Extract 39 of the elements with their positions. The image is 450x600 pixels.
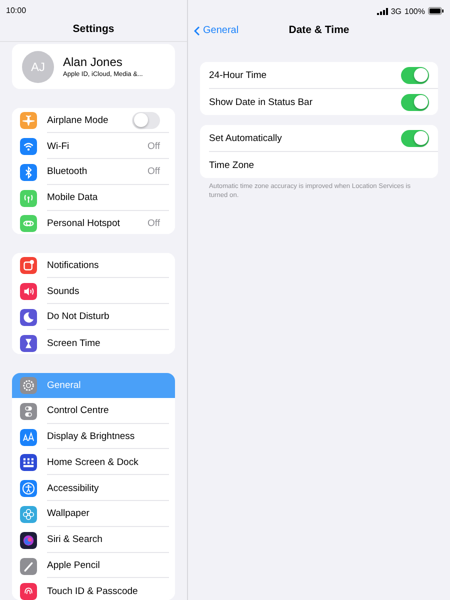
- network-label: 3G: [390, 6, 402, 16]
- hourglass-icon: [20, 334, 37, 352]
- sidebar-title: Settings: [72, 23, 114, 36]
- battery-percent: 100%: [404, 6, 425, 16]
- accessibility-icon: [20, 480, 37, 498]
- item-value: Off: [148, 140, 160, 152]
- orb-icon: [20, 532, 37, 549]
- moon-icon: [20, 308, 37, 326]
- toggle-switch[interactable]: [401, 66, 429, 84]
- gear-icon: [20, 376, 37, 394]
- bluetooth-icon: [20, 164, 37, 181]
- app-grid-icon: [20, 454, 37, 472]
- switches-icon: [20, 402, 37, 420]
- antenna-icon: [20, 190, 37, 207]
- page-title: Date & Time: [288, 24, 350, 36]
- item-value: Off: [148, 218, 160, 230]
- settings-row[interactable]: Show Date in Status Bar: [209, 89, 438, 115]
- signal-icon: [376, 8, 388, 14]
- battery-icon: [428, 7, 444, 15]
- pencil-icon: [20, 558, 37, 575]
- toggle-switch[interactable]: [132, 112, 160, 129]
- item-value: Off: [148, 166, 160, 178]
- airplane-icon: [20, 112, 37, 130]
- settings-row[interactable]: Time Zone: [209, 152, 438, 178]
- chevron-icon: [194, 26, 200, 36]
- settings-row[interactable]: 24-Hour Time: [209, 62, 438, 89]
- link-icon: [20, 215, 37, 232]
- avatar: AJ: [22, 50, 54, 83]
- flower-icon: [20, 506, 37, 523]
- text-size-icon: [20, 428, 37, 446]
- status-time: 10:00: [6, 6, 26, 16]
- toggle-switch[interactable]: [401, 130, 429, 146]
- notification-icon: [20, 257, 37, 274]
- settings-row[interactable]: Set Automatically: [209, 125, 438, 152]
- toggle-switch[interactable]: [401, 94, 429, 110]
- profile-name: Alan Jones: [63, 55, 124, 70]
- wifi-icon: [20, 138, 37, 156]
- fingerprint-icon: [20, 583, 37, 600]
- speaker-icon: [20, 283, 37, 300]
